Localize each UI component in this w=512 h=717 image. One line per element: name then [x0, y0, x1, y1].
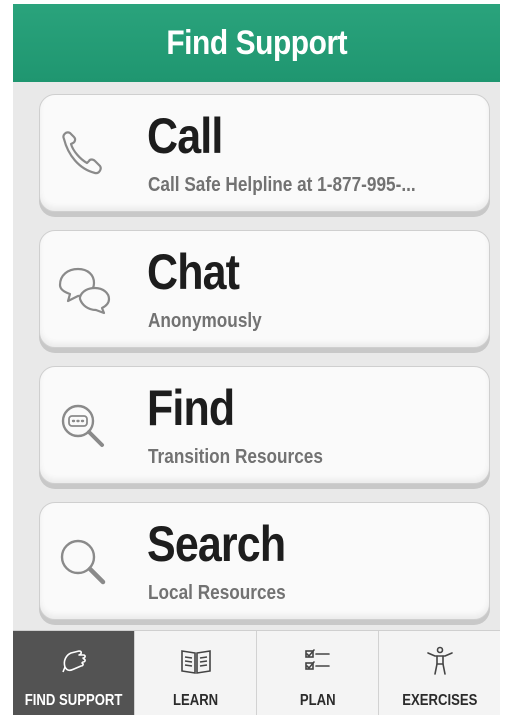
- tab-exercises[interactable]: EXERCISES: [379, 631, 500, 715]
- tab-label: EXERCISES: [401, 692, 478, 709]
- book-icon: [179, 645, 213, 677]
- card-title: Search: [147, 516, 286, 572]
- support-options-list: Call Call Safe Helpline at 1-877-995-...…: [13, 82, 500, 630]
- tab-label: LEARN: [172, 692, 219, 709]
- page-title: Find Support: [166, 23, 347, 62]
- tab-label: FIND SUPPORT: [24, 692, 123, 709]
- tab-plan[interactable]: PLAN: [257, 631, 379, 715]
- card-title: Find: [147, 380, 235, 436]
- card-subtitle: Local Resources: [148, 582, 286, 604]
- find-button[interactable]: Find Transition Resources: [39, 366, 490, 484]
- stretch-figure-icon: [423, 645, 457, 677]
- phone-icon: [54, 125, 114, 185]
- search-icon: [54, 533, 114, 593]
- header-bar: Find Support: [13, 4, 500, 82]
- hand-icon: [57, 645, 91, 677]
- checklist-icon: [301, 645, 335, 677]
- card-title: Call: [147, 108, 223, 164]
- tab-learn[interactable]: LEARN: [135, 631, 257, 715]
- app-screen: Find Support Call Call Safe Helpline at …: [13, 4, 500, 715]
- card-subtitle: Call Safe Helpline at 1-877-995-...: [148, 174, 416, 196]
- chat-bubbles-icon: [54, 261, 114, 321]
- call-button[interactable]: Call Call Safe Helpline at 1-877-995-...: [39, 94, 490, 212]
- bottom-tab-bar: FIND SUPPORT LEARN PLAN EXERCISES: [13, 630, 500, 715]
- card-subtitle: Transition Resources: [148, 446, 323, 468]
- card-subtitle: Anonymously: [148, 310, 262, 332]
- search-button[interactable]: Search Local Resources: [39, 502, 490, 620]
- tab-label: PLAN: [299, 692, 336, 709]
- chat-button[interactable]: Chat Anonymously: [39, 230, 490, 348]
- card-title: Chat: [147, 244, 240, 300]
- tab-find-support[interactable]: FIND SUPPORT: [13, 631, 135, 715]
- magnifier-chat-icon: [54, 397, 114, 457]
